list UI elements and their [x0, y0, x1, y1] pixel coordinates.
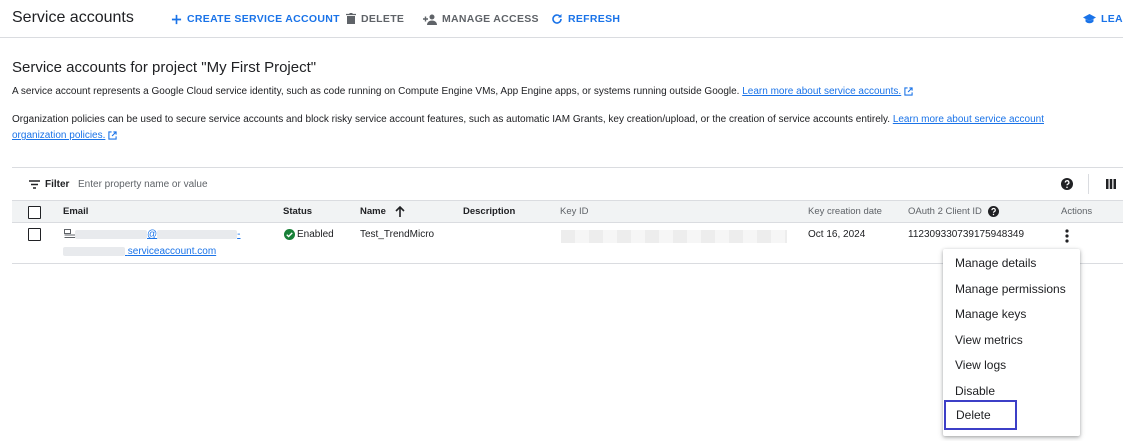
learn-more-service-accounts-link[interactable]: Learn more about service accounts. [742, 86, 901, 97]
status-badge: Enabled [284, 229, 334, 240]
filter-label: Filter [45, 179, 70, 190]
sort-ascending-icon [394, 205, 405, 217]
redacted-text [157, 230, 238, 239]
menu-item-manage-details[interactable]: Manage details [943, 251, 1080, 275]
menu-item-view-metrics[interactable]: View metrics [943, 328, 1080, 352]
plus-icon [171, 14, 182, 24]
redacted-key-id [561, 230, 787, 243]
person-add-icon [423, 14, 437, 25]
column-description[interactable]: Description [463, 206, 515, 217]
manage-access-label: MANAGE ACCESS [442, 13, 539, 25]
delete-label: DELETE [361, 13, 405, 25]
column-display-icon[interactable] [1106, 179, 1116, 189]
check-circle-icon [284, 229, 295, 240]
org-policy-text: Organization policies can be used to sec… [12, 114, 891, 125]
menu-item-view-logs[interactable]: View logs [943, 353, 1080, 377]
menu-item-delete[interactable]: Delete [944, 400, 1017, 430]
section-heading: Service accounts for project "My First P… [12, 59, 317, 76]
manage-access-button[interactable]: MANAGE ACCESS [423, 12, 539, 26]
refresh-button[interactable]: REFRESH [551, 12, 620, 26]
help-icon[interactable] [1061, 178, 1073, 190]
column-key-creation-date: Key creation date [808, 206, 882, 217]
filter-input[interactable] [78, 175, 378, 193]
row-checkbox[interactable] [28, 228, 41, 241]
menu-item-manage-keys[interactable]: Manage keys [943, 302, 1080, 326]
filter-icon [29, 180, 40, 189]
status-text: Enabled [297, 229, 334, 240]
page-title: Service accounts [12, 9, 134, 26]
org-policy-paragraph: Organization policies can be used to sec… [12, 112, 1112, 144]
column-oauth-client-id: OAuth 2 Client ID [908, 206, 999, 217]
menu-item-manage-permissions[interactable]: Manage permissions [943, 277, 1080, 301]
email-link[interactable]: @ - [75, 229, 241, 240]
external-link-icon [108, 131, 118, 140]
row-actions-menu: Manage details Manage permissions Manage… [943, 249, 1080, 436]
description-paragraph: A service account represents a Google Cl… [12, 84, 1112, 100]
column-name[interactable]: Name [360, 205, 405, 218]
key-creation-date: Oct 16, 2024 [808, 229, 866, 240]
column-email[interactable]: Email [63, 206, 88, 217]
learn-button[interactable]: LEAR [1083, 12, 1123, 26]
refresh-icon [552, 14, 562, 24]
email-link-line2[interactable]: serviceaccount.com [63, 246, 216, 257]
filter-bar: Filter [12, 167, 1123, 200]
create-service-account-label: CREATE SERVICE ACCOUNT [187, 13, 340, 25]
column-status[interactable]: Status [283, 206, 312, 217]
oauth-client-id: 112309330739175948349 [908, 229, 1025, 240]
email-domain: serviceaccount.com [127, 246, 217, 257]
column-oauth-label: OAuth 2 Client ID [908, 206, 982, 218]
email-at: @ [147, 229, 158, 240]
email-dash: - [237, 229, 241, 240]
column-actions: Actions [1061, 206, 1093, 217]
help-icon[interactable] [987, 206, 999, 217]
school-icon [1083, 14, 1096, 24]
top-toolbar: Service accounts CREATE SERVICE ACCOUNT … [0, 0, 1123, 38]
redacted-text [75, 230, 147, 239]
description-text: A service account represents a Google Cl… [12, 86, 740, 97]
refresh-label: REFRESH [568, 13, 621, 25]
learn-label: LEAR [1101, 13, 1123, 25]
redacted-text [63, 246, 125, 256]
toolbar-divider [1088, 174, 1089, 194]
trash-icon [346, 13, 356, 24]
column-key-id: Key ID [560, 206, 589, 217]
learn-more-org-policies-link[interactable]: Learn more about service account [893, 114, 1044, 125]
column-name-label: Name [360, 206, 386, 218]
account-name: Test_TrendMicro [360, 229, 435, 240]
create-service-account-button[interactable]: CREATE SERVICE ACCOUNT [171, 12, 340, 26]
select-all-checkbox[interactable] [28, 206, 41, 219]
external-link-icon [904, 87, 913, 96]
table-header: Email Status Name Description Key ID Key… [12, 200, 1123, 223]
org-policies-link[interactable]: organization policies. [12, 130, 105, 141]
more-vert-icon[interactable] [1065, 229, 1069, 243]
delete-button[interactable]: DELETE [346, 12, 404, 26]
